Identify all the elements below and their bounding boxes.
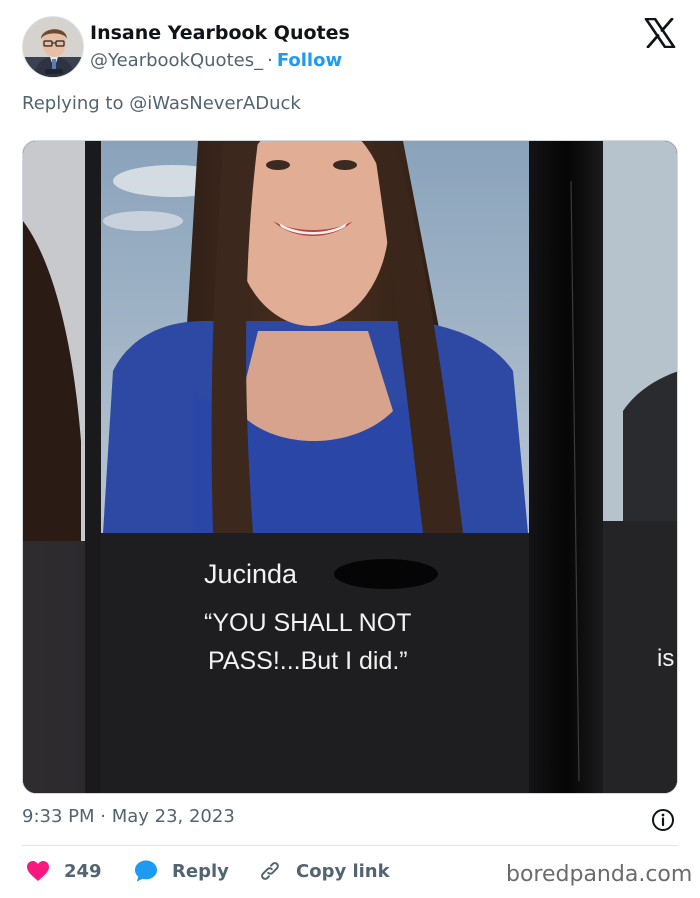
divider (22, 845, 678, 846)
adjacent-text-fragment: is (657, 645, 675, 672)
yearbook-photo-illustration (23, 141, 677, 793)
like-button[interactable]: 249 (26, 856, 102, 886)
handle[interactable]: @YearbookQuotes_ (90, 50, 263, 71)
link-icon (261, 862, 279, 880)
quote-line-2: PASS!...But I did.” (208, 647, 408, 675)
tweet-photo[interactable]: Jucinda “YOU SHALL NOT PASS!...But I did… (22, 140, 678, 794)
reply-button[interactable]: Reply (134, 856, 229, 886)
likes-count: 249 (64, 860, 102, 882)
avatar-portrait-icon (23, 17, 83, 77)
watermark: boredpanda.com (506, 862, 693, 887)
tweet-header: Insane Yearbook Quotes @YearbookQuotes_ ·… (22, 16, 682, 80)
avatar[interactable] (22, 16, 84, 78)
timestamp[interactable]: 9:33 PM · May 23, 2023 (22, 806, 235, 827)
reply-label: Reply (172, 860, 229, 882)
tweet-card: Insane Yearbook Quotes @YearbookQuotes_ ·… (0, 0, 700, 898)
display-name[interactable]: Insane Yearbook Quotes (90, 22, 350, 44)
separator-dot: · (267, 50, 273, 71)
student-name: Jucinda (204, 559, 298, 589)
follow-button[interactable]: Follow (277, 50, 342, 71)
copy-link-label: Copy link (296, 860, 390, 882)
x-logo-icon[interactable] (644, 18, 676, 48)
info-icon[interactable] (651, 808, 675, 832)
heart-icon (27, 861, 49, 881)
quote-line-1: “YOU SHALL NOT (204, 609, 412, 637)
copy-link-button[interactable]: Copy link (258, 856, 390, 886)
handle-row: @YearbookQuotes_ · Follow (90, 50, 342, 71)
replying-to[interactable]: Replying to @iWasNeverADuck (22, 93, 301, 114)
speech-bubble-icon (135, 860, 157, 882)
